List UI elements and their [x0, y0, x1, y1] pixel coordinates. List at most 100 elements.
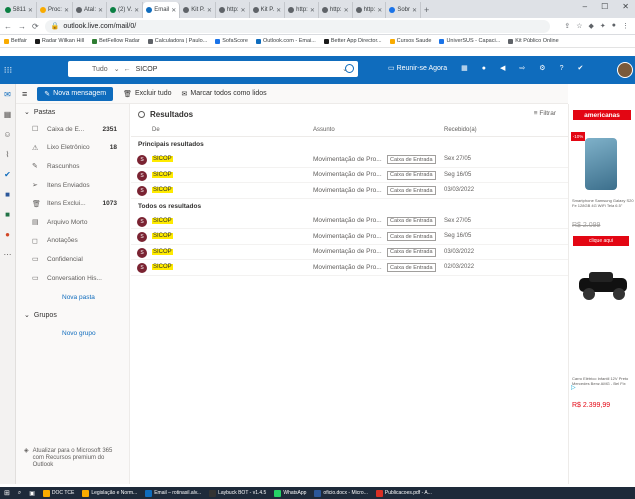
search-scope[interactable]: Tudo — [92, 66, 108, 73]
folder-tag[interactable]: Caixa de Entrada — [387, 155, 436, 164]
folder-item[interactable]: ⚠ Lixo Eletrônico 18 — [16, 139, 129, 158]
maximize-icon[interactable]: ☐ — [601, 2, 608, 11]
message-row[interactable]: S SICOP Movimentação de Pro... Caixa de Ent… — [131, 183, 568, 199]
select-all-circle-icon[interactable] — [138, 110, 145, 118]
ad-pane[interactable]: americanas -10% Smartphone Samsung Galax… — [568, 104, 635, 484]
folder-item[interactable]: ▤ Arquivo Morto — [16, 213, 129, 232]
folder-tag[interactable]: Caixa de Entrada — [387, 232, 436, 241]
browser-tab[interactable]: http: ✕ — [285, 2, 319, 18]
bookmark-item[interactable]: BetFellow Radar — [92, 38, 140, 44]
browser-tab[interactable]: http: ✕ — [319, 2, 353, 18]
folder-tag[interactable]: Caixa de Entrada — [387, 186, 436, 195]
tab-close-icon[interactable]: ✕ — [134, 7, 139, 14]
message-row[interactable]: S SICOP Movimentação de Pro... Caixa de Ent… — [131, 260, 568, 276]
calendar-icon[interactable]: ▦ — [0, 104, 15, 124]
tab-close-icon[interactable]: ✕ — [377, 7, 382, 14]
folder-item[interactable]: ☐ Caixa de E... 2351 — [16, 120, 129, 139]
tips-icon[interactable]: ✔ — [577, 64, 583, 72]
tab-close-icon[interactable]: ✕ — [276, 7, 281, 14]
star-icon[interactable]: ☆ — [576, 22, 582, 30]
search-icon[interactable]: ⌕ — [18, 490, 21, 497]
search-box[interactable]: Tudo ⌄ ← SICOP ⌄ — [68, 61, 358, 77]
menu-dots-icon[interactable]: ⋮ — [622, 22, 629, 30]
puzzle-icon[interactable]: ✦ — [600, 22, 606, 30]
megaphone-icon[interactable]: ◀ — [500, 64, 505, 72]
browser-tab[interactable]: http: ✕ — [353, 2, 387, 18]
search-icon[interactable] — [345, 64, 354, 73]
message-row[interactable]: S SICOP Movimentação de Pro... Caixa de Ent… — [131, 168, 568, 183]
todo-icon[interactable]: ✔ — [0, 164, 15, 184]
bookmark-item[interactable]: Better App Director... — [323, 38, 382, 44]
bookmark-item[interactable]: Calculadora | Paulo... — [147, 38, 207, 44]
col-subject[interactable]: Assunto — [313, 127, 335, 133]
skype-icon[interactable]: ● — [482, 65, 486, 72]
windows-start-icon[interactable]: ⊞ — [4, 489, 10, 497]
bookmark-item[interactable]: Radar Wilkan Hill — [34, 38, 84, 44]
bookmark-item[interactable]: UniverSUS - Capaci... — [439, 38, 500, 44]
scope-chevron-icon[interactable]: ⌄ — [114, 65, 120, 73]
taskbar-item[interactable]: Legislação e Norm... — [82, 489, 137, 497]
upgrade-banner[interactable]: ◈ Atualizar para o Microsoft 365 com Rec… — [24, 448, 120, 469]
tab-close-icon[interactable]: ✕ — [344, 7, 349, 14]
message-row[interactable]: S SICOP Movimentação de Pro... Caixa de Ent… — [131, 152, 568, 168]
folder-item[interactable]: ▭ Conversation His... — [16, 269, 129, 288]
folder-tag[interactable]: Caixa de Entrada — [387, 247, 436, 257]
teams-icon[interactable]: ▦ — [461, 64, 468, 72]
tab-close-icon[interactable]: ✕ — [28, 7, 33, 14]
word-icon[interactable]: ■ — [0, 184, 15, 204]
folder-tag[interactable]: Caixa de Entrada — [387, 263, 436, 272]
folders-section-header[interactable]: ⌄ Pastas — [16, 104, 129, 120]
taskbar-item[interactable]: Email – rotinasil.alv... — [145, 489, 201, 497]
browser-tab[interactable]: (2) V. ✕ — [107, 2, 144, 18]
share-icon[interactable]: ⇪ — [564, 22, 570, 30]
new-folder-link[interactable]: Nova pasta — [16, 287, 129, 307]
bookmark-item[interactable]: Outlook.com - Emai... — [255, 38, 316, 44]
browser-tab[interactable]: 5811 ✕ — [2, 2, 37, 18]
delete-all-button[interactable]: 🗑 Excluir tudo — [123, 90, 171, 98]
settings-icon[interactable]: ⚙ — [539, 64, 545, 72]
attachment-icon[interactable]: ⌇ — [0, 144, 15, 164]
tab-close-icon[interactable]: ✕ — [412, 7, 417, 14]
tab-close-icon[interactable]: ✕ — [98, 7, 103, 14]
excel-icon[interactable]: ■ — [0, 204, 15, 224]
url-field[interactable]: 🔒 outlook.live.com/mail/0/ — [44, 19, 551, 33]
folder-item[interactable]: 🗑 Itens Exclui... 1073 — [16, 194, 129, 213]
folder-item[interactable]: ✎ Rascunhos — [16, 157, 129, 176]
folder-item[interactable]: ➢ Itens Enviados — [16, 176, 129, 195]
bookmark-item[interactable]: SofaScore — [215, 38, 248, 44]
tab-close-icon[interactable]: ✕ — [64, 7, 69, 14]
col-from[interactable]: De — [152, 127, 160, 133]
browser-tab[interactable]: Kit P. ✕ — [180, 2, 216, 18]
message-row[interactable]: S SICOP Movimentação de Pro... Caixa de Ent… — [131, 229, 568, 245]
filter-button[interactable]: ≡ Filtrar — [534, 110, 556, 117]
back-icon[interactable]: ← — [4, 22, 12, 31]
meet-now-button[interactable]: ▭ Reunir-se Agora — [388, 64, 447, 72]
close-window-icon[interactable]: ✕ — [622, 2, 629, 11]
tab-close-icon[interactable]: ✕ — [241, 7, 246, 14]
folder-item[interactable]: ▭ Confidencial — [16, 250, 129, 269]
message-row[interactable]: S SICOP Movimentação de Pro... Caixa de Ent… — [131, 245, 568, 260]
folder-item[interactable]: ◻ Anotações — [16, 232, 129, 251]
mail-icon[interactable]: ✉ — [0, 84, 15, 104]
groups-section-header[interactable]: ⌄ Grupos — [16, 307, 129, 323]
tab-close-icon[interactable]: ✕ — [207, 7, 212, 14]
new-group-link[interactable]: Novo grupo — [16, 323, 129, 343]
taskbar-item[interactable]: WhatsApp — [274, 489, 306, 497]
mark-all-read-button[interactable]: ✉ Marcar todos como lidos — [182, 90, 267, 98]
bookmark-item[interactable]: Kit Público Online — [508, 38, 559, 44]
search-back-icon[interactable]: ← — [124, 66, 131, 73]
powerpoint-icon[interactable]: ● — [0, 224, 15, 244]
more-apps-icon[interactable]: ⋯ — [0, 244, 15, 264]
minimize-icon[interactable]: – — [583, 2, 587, 11]
tab-close-icon[interactable]: ✕ — [171, 7, 176, 14]
folder-tag[interactable]: Caixa de Entrada — [387, 170, 436, 180]
forward-message-icon[interactable]: ⇨ — [519, 64, 525, 72]
profile-icon[interactable]: ● — [612, 22, 616, 30]
col-received[interactable]: Recebido(a) — [444, 127, 477, 133]
browser-tab[interactable]: Kit P. ✕ — [250, 2, 286, 18]
browser-tab[interactable]: Atal: ✕ — [73, 2, 108, 18]
account-avatar[interactable] — [617, 62, 633, 78]
forward-icon[interactable]: → — [18, 22, 26, 31]
bookmark-item[interactable]: Cursos Saude — [389, 38, 431, 44]
taskbar-item[interactable]: oficio.docx - Micro... — [314, 489, 368, 497]
